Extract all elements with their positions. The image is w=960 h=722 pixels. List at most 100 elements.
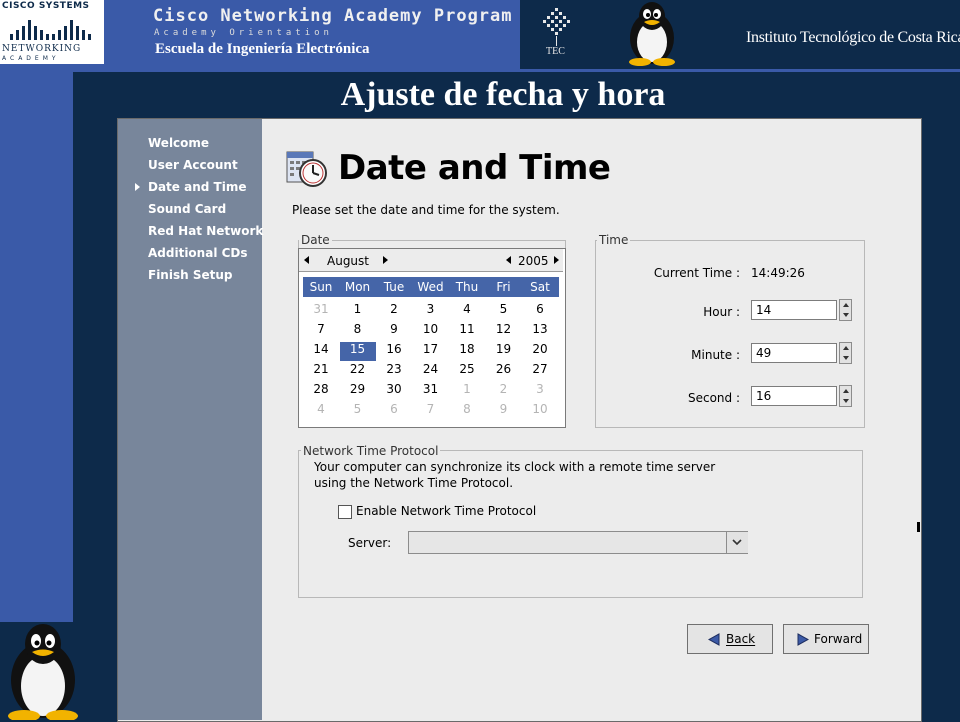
calendar-day[interactable]: 10 <box>522 402 558 421</box>
current-time-label: Current Time : <box>653 266 740 280</box>
calendar-day[interactable]: 7 <box>413 402 449 421</box>
program-title: Cisco Networking Academy Program <box>153 6 513 26</box>
tec-label: TEC <box>546 46 565 57</box>
next-year-icon[interactable] <box>554 256 559 264</box>
back-arrow-icon <box>708 633 720 646</box>
spin-up-icon[interactable] <box>843 346 849 350</box>
second-input[interactable] <box>751 386 837 406</box>
calendar-clock-icon <box>286 151 327 187</box>
next-month-icon[interactable] <box>383 256 388 264</box>
calendar-day[interactable]: 1 <box>449 382 485 401</box>
ntp-enable-checkbox[interactable] <box>338 505 352 519</box>
tux-penguin-icon <box>629 2 675 66</box>
school-name: Escuela de Ingeniería Electrónica <box>155 41 370 57</box>
window-edge-mark <box>917 522 920 532</box>
left-strip <box>0 72 73 622</box>
calendar-day[interactable]: 3 <box>522 382 558 401</box>
prev-year-icon[interactable] <box>506 256 511 264</box>
institute-name: Instituto Tecnológico de Costa Rica <box>746 29 960 46</box>
cisco-logo: Cisco Systems Networking Academy <box>0 0 104 64</box>
step-date-and-time: Date and Time <box>148 180 247 194</box>
calendar-day[interactable]: 23 <box>376 362 412 381</box>
page-description: Please set the date and time for the sys… <box>292 203 560 217</box>
banner-divider <box>0 69 960 72</box>
spin-up-icon[interactable] <box>843 303 849 307</box>
calendar-day[interactable]: 26 <box>486 362 522 381</box>
spin-down-icon[interactable] <box>843 399 849 403</box>
day-name-mon: Mon <box>344 280 371 294</box>
calendar-day[interactable]: 30 <box>376 382 412 401</box>
calendar-day[interactable]: 2 <box>376 302 412 321</box>
calendar-day[interactable]: 8 <box>340 322 376 341</box>
calendar-day[interactable]: 6 <box>376 402 412 421</box>
calendar-day[interactable]: 24 <box>413 362 449 381</box>
day-name-sat: Sat <box>530 280 550 294</box>
calendar-day[interactable]: 2 <box>486 382 522 401</box>
calendar-day[interactable]: 28 <box>303 382 339 401</box>
cisco-networking-text: Networking <box>2 44 82 54</box>
cisco-bridge-icon <box>10 20 91 40</box>
ntp-frame-label: Network Time Protocol <box>301 444 441 458</box>
ntp-description-line1: Your computer can synchronize its clock … <box>314 460 716 474</box>
prev-month-icon[interactable] <box>304 256 309 264</box>
day-name-tue: Tue <box>383 280 405 294</box>
spin-down-icon[interactable] <box>843 356 849 360</box>
calendar-day[interactable]: 14 <box>303 342 339 361</box>
calendar-day[interactable]: 4 <box>303 402 339 421</box>
calendar-day[interactable]: 10 <box>413 322 449 341</box>
program-subtitle: Academy Orientation <box>154 28 333 38</box>
back-button-label: Back <box>726 632 756 646</box>
calendar-day[interactable]: 16 <box>376 342 412 361</box>
back-button[interactable]: Back <box>687 624 773 654</box>
step-red-hat-network: Red Hat Network <box>148 224 264 238</box>
calendar-day[interactable]: 7 <box>303 322 339 341</box>
minute-input[interactable] <box>751 343 837 363</box>
day-name-thu: Thu <box>455 280 479 294</box>
step-welcome: Welcome <box>148 136 210 150</box>
forward-button[interactable]: Forward <box>783 624 869 654</box>
calendar-day[interactable]: 12 <box>486 322 522 341</box>
calendar-day[interactable]: 17 <box>413 342 449 361</box>
calendar-day[interactable]: 5 <box>486 302 522 321</box>
calendar-day[interactable]: 9 <box>486 402 522 421</box>
second-label: Second : <box>687 391 740 405</box>
calendar-day[interactable]: 25 <box>449 362 485 381</box>
spin-down-icon[interactable] <box>843 313 849 317</box>
calendar-day[interactable]: 1 <box>340 302 376 321</box>
step-additional-cds: Additional CDs <box>148 246 248 260</box>
calendar-day[interactable]: 19 <box>486 342 522 361</box>
calendar-day[interactable]: 6 <box>522 302 558 321</box>
hour-input[interactable] <box>751 300 837 320</box>
minute-spin-buttons[interactable] <box>839 342 852 364</box>
server-select[interactable] <box>408 531 748 554</box>
date-frame-label: Date <box>299 233 332 247</box>
tux-penguin-icon <box>8 624 78 720</box>
calendar-day[interactable]: 22 <box>340 362 376 381</box>
server-dropdown-button[interactable] <box>726 532 748 553</box>
cisco-academy-text: Academy <box>2 55 60 62</box>
ntp-enable-label[interactable]: Enable Network Time Protocol <box>356 504 536 518</box>
calendar-day[interactable]: 27 <box>522 362 558 381</box>
step-sound-card: Sound Card <box>148 202 227 216</box>
calendar-day[interactable]: 3 <box>413 302 449 321</box>
spin-up-icon[interactable] <box>843 389 849 393</box>
calendar-day[interactable]: 20 <box>522 342 558 361</box>
calendar-day[interactable]: 5 <box>340 402 376 421</box>
calendar-day[interactable]: 13 <box>522 322 558 341</box>
calendar-day[interactable]: 31 <box>303 302 339 321</box>
calendar-day[interactable]: 29 <box>340 382 376 401</box>
time-frame-label: Time <box>597 233 631 247</box>
calendar-day[interactable]: 31 <box>413 382 449 401</box>
hour-spin-buttons[interactable] <box>839 299 852 321</box>
server-label: Server: <box>348 536 392 550</box>
calendar-day[interactable]: 8 <box>449 402 485 421</box>
calendar-day[interactable]: 21 <box>303 362 339 381</box>
calendar-day[interactable]: 18 <box>449 342 485 361</box>
steps-sidebar: Welcome User Account Date and Time Sound… <box>118 119 264 720</box>
second-spin-buttons[interactable] <box>839 385 852 407</box>
calendar-day[interactable]: 11 <box>449 322 485 341</box>
calendar-day[interactable]: 15 <box>339 342 376 361</box>
calendar-day[interactable]: 4 <box>449 302 485 321</box>
chevron-down-icon <box>732 539 742 546</box>
calendar-day[interactable]: 9 <box>376 322 412 341</box>
